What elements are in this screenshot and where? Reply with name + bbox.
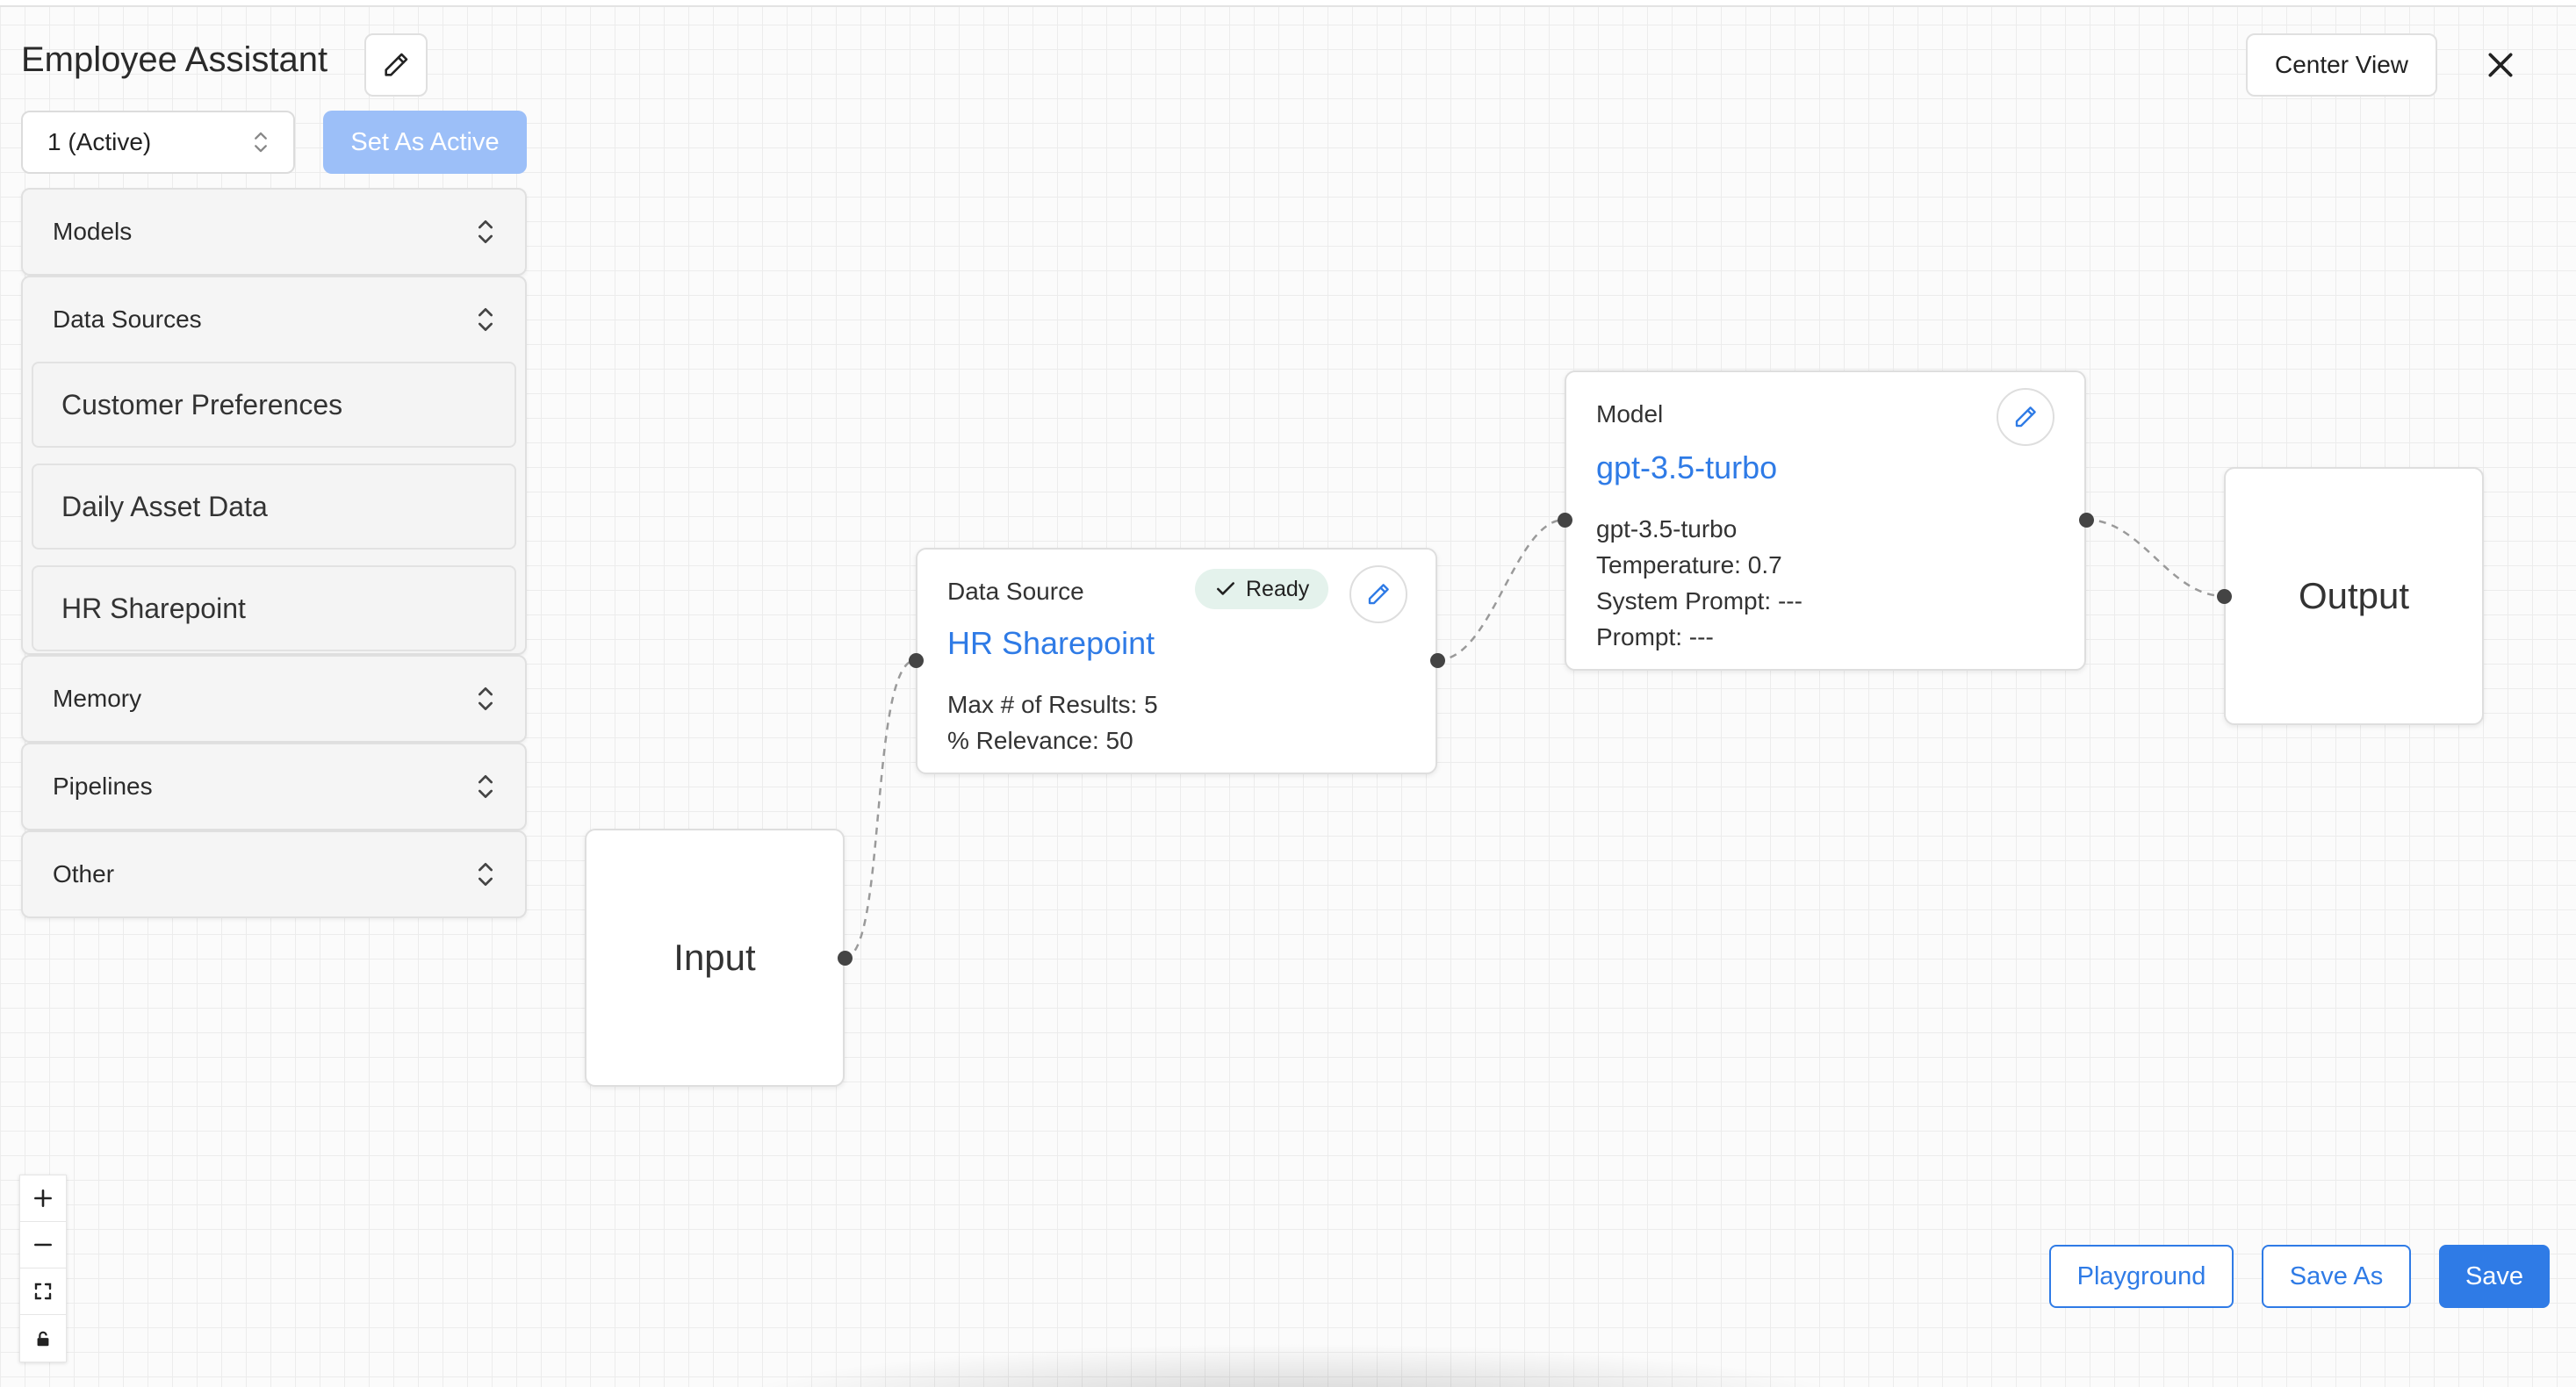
data-source-source-handle[interactable] bbox=[1430, 653, 1445, 668]
model-system-prompt-line: System Prompt: --- bbox=[1596, 587, 1802, 614]
model-node-details: gpt-3.5-turbo Temperature: 0.7 System Pr… bbox=[1596, 511, 1802, 655]
model-source-handle[interactable] bbox=[2079, 513, 2094, 528]
model-name-line: gpt-3.5-turbo bbox=[1596, 515, 1738, 543]
save-button[interactable]: Save bbox=[2439, 1245, 2550, 1308]
data-source-node-details: Max # of Results: 5 % Relevance: 50 bbox=[947, 686, 1158, 758]
edit-model-button[interactable] bbox=[1997, 388, 2054, 446]
zoom-out-button[interactable] bbox=[20, 1222, 66, 1268]
lock-button[interactable] bbox=[20, 1315, 66, 1362]
model-node-type: Model bbox=[1596, 400, 1664, 428]
status-badge: Ready bbox=[1195, 569, 1329, 609]
input-node[interactable]: Input bbox=[585, 829, 845, 1087]
data-source-node[interactable]: Data Source Ready HR Sharepoint Max # of… bbox=[916, 548, 1437, 774]
pencil-icon bbox=[2015, 406, 2036, 428]
status-badge-label: Ready bbox=[1246, 576, 1310, 601]
zoom-controls bbox=[19, 1175, 67, 1362]
pencil-icon bbox=[1368, 584, 1389, 605]
playground-button[interactable]: Playground bbox=[2049, 1245, 2234, 1308]
data-source-max-results: Max # of Results: 5 bbox=[947, 691, 1158, 718]
model-target-handle[interactable] bbox=[1558, 513, 1572, 528]
model-node-title: gpt-3.5-turbo bbox=[1596, 449, 1778, 485]
output-node-label: Output bbox=[2298, 575, 2410, 616]
output-target-handle[interactable] bbox=[2217, 589, 2232, 604]
input-node-source-handle[interactable] bbox=[838, 951, 853, 966]
data-source-relevance: % Relevance: 50 bbox=[947, 727, 1133, 754]
check-icon bbox=[1217, 582, 1234, 595]
model-node[interactable]: Model gpt-3.5-turbo gpt-3.5-turbo Temper… bbox=[1565, 370, 2086, 671]
edge-model-to-output bbox=[2085, 518, 2225, 598]
model-temperature-line: Temperature: 0.7 bbox=[1596, 551, 1782, 579]
data-source-node-type: Data Source bbox=[947, 578, 1084, 605]
fit-view-button[interactable] bbox=[20, 1268, 66, 1315]
data-source-target-handle[interactable] bbox=[909, 653, 924, 668]
input-node-label: Input bbox=[673, 937, 756, 978]
edge-input-to-datasource bbox=[844, 658, 917, 959]
data-source-node-title: HR Sharepoint bbox=[947, 625, 1155, 661]
zoom-in-button[interactable] bbox=[20, 1175, 66, 1222]
lock-icon bbox=[37, 1331, 49, 1346]
fit-view-icon bbox=[34, 1283, 52, 1300]
output-node[interactable]: Output bbox=[2224, 467, 2484, 725]
save-as-button[interactable]: Save As bbox=[2262, 1245, 2411, 1308]
edge-datasource-to-model bbox=[1436, 518, 1565, 662]
plus-icon bbox=[34, 1189, 52, 1207]
minus-icon bbox=[34, 1243, 52, 1247]
edit-data-source-button[interactable] bbox=[1349, 565, 1407, 623]
model-prompt-line: Prompt: --- bbox=[1596, 623, 1714, 650]
bottom-shadow bbox=[720, 1343, 1861, 1387]
